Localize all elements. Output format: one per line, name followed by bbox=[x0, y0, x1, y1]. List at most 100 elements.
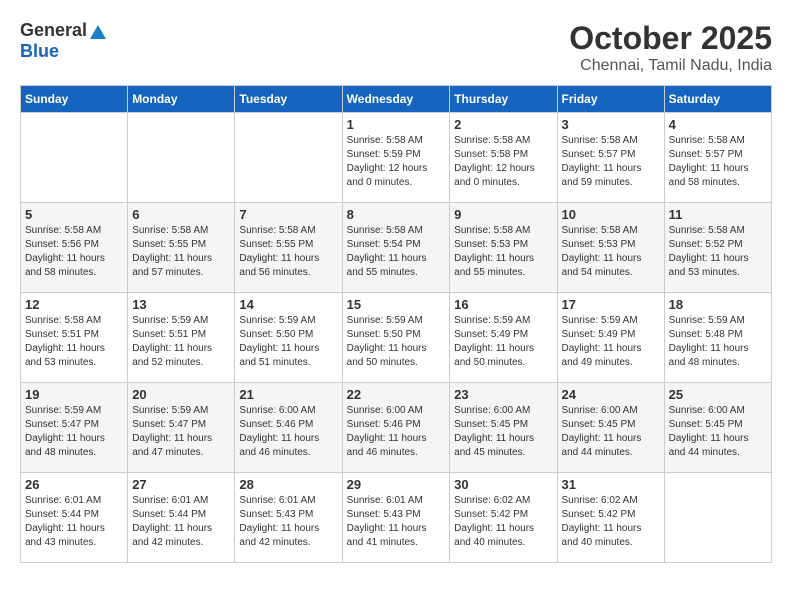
day-info: Sunrise: 5:59 AM Sunset: 5:50 PM Dayligh… bbox=[347, 314, 446, 370]
calendar-week-1: 1 Sunrise: 5:58 AM Sunset: 5:59 PM Daylig… bbox=[21, 113, 772, 203]
day-info: Sunrise: 5:58 AM Sunset: 5:57 PM Dayligh… bbox=[669, 134, 767, 190]
day-info: Sunrise: 5:58 AM Sunset: 5:57 PM Dayligh… bbox=[562, 134, 660, 190]
day-number: 28 bbox=[239, 477, 337, 492]
weekday-header-monday: Monday bbox=[128, 86, 235, 113]
title-area: October 2025 Chennai, Tamil Nadu, India bbox=[569, 20, 772, 75]
calendar-cell: 31Sunrise: 6:02 AM Sunset: 5:42 PM Dayli… bbox=[557, 473, 664, 563]
calendar-week-4: 19Sunrise: 5:59 AM Sunset: 5:47 PM Dayli… bbox=[21, 383, 772, 473]
day-info: Sunrise: 6:00 AM Sunset: 5:46 PM Dayligh… bbox=[347, 404, 446, 460]
day-info: Sunrise: 5:59 AM Sunset: 5:50 PM Dayligh… bbox=[239, 314, 337, 370]
day-info: Sunrise: 6:01 AM Sunset: 5:43 PM Dayligh… bbox=[347, 494, 446, 550]
day-number: 27 bbox=[132, 477, 230, 492]
day-number: 26 bbox=[25, 477, 123, 492]
day-number: 16 bbox=[454, 297, 552, 312]
day-number: 15 bbox=[347, 297, 446, 312]
day-info: Sunrise: 5:58 AM Sunset: 5:58 PM Dayligh… bbox=[454, 134, 552, 190]
day-info: Sunrise: 5:59 AM Sunset: 5:49 PM Dayligh… bbox=[454, 314, 552, 370]
day-info: Sunrise: 5:58 AM Sunset: 5:51 PM Dayligh… bbox=[25, 314, 123, 370]
weekday-header-friday: Friday bbox=[557, 86, 664, 113]
month-year-title: October 2025 bbox=[569, 20, 772, 57]
day-number: 25 bbox=[669, 387, 767, 402]
calendar-cell: 24 Sunrise: 6:00 AM Sunset: 5:45 PM Dayli… bbox=[557, 383, 664, 473]
calendar-cell: 9 Sunrise: 5:58 AM Sunset: 5:53 PM Daylig… bbox=[450, 203, 557, 293]
day-number: 13 bbox=[132, 297, 230, 312]
day-info: Sunrise: 5:58 AM Sunset: 5:56 PM Dayligh… bbox=[25, 224, 123, 280]
day-number: 17 bbox=[562, 297, 660, 312]
day-number: 23 bbox=[454, 387, 552, 402]
calendar-cell: 27 Sunrise: 6:01 AM Sunset: 5:44 PM Dayli… bbox=[128, 473, 235, 563]
day-info: Sunrise: 5:58 AM Sunset: 5:59 PM Dayligh… bbox=[347, 134, 446, 190]
calendar-cell: 11 Sunrise: 5:58 AM Sunset: 5:52 PM Dayli… bbox=[664, 203, 771, 293]
weekday-header-row: SundayMondayTuesdayWednesdayThursdayFrid… bbox=[21, 86, 772, 113]
day-number: 14 bbox=[239, 297, 337, 312]
day-number: 8 bbox=[347, 207, 446, 222]
day-number: 12 bbox=[25, 297, 123, 312]
day-number: 1 bbox=[347, 117, 446, 132]
calendar-cell: 14 Sunrise: 5:59 AM Sunset: 5:50 PM Dayli… bbox=[235, 293, 342, 383]
day-info: Sunrise: 5:59 AM Sunset: 5:49 PM Dayligh… bbox=[562, 314, 660, 370]
location-title: Chennai, Tamil Nadu, India bbox=[569, 57, 772, 75]
calendar-cell: 17 Sunrise: 5:59 AM Sunset: 5:49 PM Dayli… bbox=[557, 293, 664, 383]
calendar-cell: 18 Sunrise: 5:59 AM Sunset: 5:48 PM Dayli… bbox=[664, 293, 771, 383]
calendar-cell: 26 Sunrise: 6:01 AM Sunset: 5:44 PM Dayli… bbox=[21, 473, 128, 563]
day-number: 24 bbox=[562, 387, 660, 402]
day-info: Sunrise: 5:59 AM Sunset: 5:51 PM Dayligh… bbox=[132, 314, 230, 370]
logo-general: General bbox=[20, 20, 87, 41]
day-info: Sunrise: 5:59 AM Sunset: 5:47 PM Dayligh… bbox=[25, 404, 123, 460]
weekday-header-wednesday: Wednesday bbox=[342, 86, 450, 113]
day-number: 2 bbox=[454, 117, 552, 132]
day-info: Sunrise: 6:01 AM Sunset: 5:44 PM Dayligh… bbox=[132, 494, 230, 550]
day-number: 21 bbox=[239, 387, 337, 402]
calendar-cell: 16 Sunrise: 5:59 AM Sunset: 5:49 PM Dayli… bbox=[450, 293, 557, 383]
calendar-cell: 29 Sunrise: 6:01 AM Sunset: 5:43 PM Dayli… bbox=[342, 473, 450, 563]
day-info: Sunrise: 5:58 AM Sunset: 5:54 PM Dayligh… bbox=[347, 224, 446, 280]
day-number: 9 bbox=[454, 207, 552, 222]
calendar-cell: 20Sunrise: 5:59 AM Sunset: 5:47 PM Dayli… bbox=[128, 383, 235, 473]
day-info: Sunrise: 6:01 AM Sunset: 5:43 PM Dayligh… bbox=[239, 494, 337, 550]
calendar-cell bbox=[128, 113, 235, 203]
day-info: Sunrise: 6:01 AM Sunset: 5:44 PM Dayligh… bbox=[25, 494, 123, 550]
day-info: Sunrise: 5:58 AM Sunset: 5:53 PM Dayligh… bbox=[562, 224, 660, 280]
calendar-cell: 12 Sunrise: 5:58 AM Sunset: 5:51 PM Dayli… bbox=[21, 293, 128, 383]
day-info: Sunrise: 6:00 AM Sunset: 5:45 PM Dayligh… bbox=[669, 404, 767, 460]
calendar-cell bbox=[664, 473, 771, 563]
calendar-week-2: 5Sunrise: 5:58 AM Sunset: 5:56 PM Daylig… bbox=[21, 203, 772, 293]
calendar-cell: 22Sunrise: 6:00 AM Sunset: 5:46 PM Dayli… bbox=[342, 383, 450, 473]
calendar-cell: 19Sunrise: 5:59 AM Sunset: 5:47 PM Dayli… bbox=[21, 383, 128, 473]
day-info: Sunrise: 6:02 AM Sunset: 5:42 PM Dayligh… bbox=[562, 494, 660, 550]
day-info: Sunrise: 5:58 AM Sunset: 5:52 PM Dayligh… bbox=[669, 224, 767, 280]
day-info: Sunrise: 6:02 AM Sunset: 5:42 PM Dayligh… bbox=[454, 494, 552, 550]
weekday-header-saturday: Saturday bbox=[664, 86, 771, 113]
day-info: Sunrise: 5:58 AM Sunset: 5:55 PM Dayligh… bbox=[239, 224, 337, 280]
day-number: 29 bbox=[347, 477, 446, 492]
day-number: 11 bbox=[669, 207, 767, 222]
calendar-week-5: 26 Sunrise: 6:01 AM Sunset: 5:44 PM Dayli… bbox=[21, 473, 772, 563]
day-number: 6 bbox=[132, 207, 230, 222]
logo: General Blue bbox=[20, 20, 106, 62]
day-info: Sunrise: 6:00 AM Sunset: 5:46 PM Dayligh… bbox=[239, 404, 337, 460]
day-info: Sunrise: 6:00 AM Sunset: 5:45 PM Dayligh… bbox=[454, 404, 552, 460]
calendar-cell: 7 Sunrise: 5:58 AM Sunset: 5:55 PM Daylig… bbox=[235, 203, 342, 293]
day-info: Sunrise: 5:58 AM Sunset: 5:53 PM Dayligh… bbox=[454, 224, 552, 280]
day-number: 3 bbox=[562, 117, 660, 132]
day-number: 7 bbox=[239, 207, 337, 222]
day-number: 18 bbox=[669, 297, 767, 312]
day-info: Sunrise: 6:00 AM Sunset: 5:45 PM Dayligh… bbox=[562, 404, 660, 460]
weekday-header-sunday: Sunday bbox=[21, 86, 128, 113]
calendar-cell: 28 Sunrise: 6:01 AM Sunset: 5:43 PM Dayli… bbox=[235, 473, 342, 563]
calendar-cell: 10 Sunrise: 5:58 AM Sunset: 5:53 PM Dayli… bbox=[557, 203, 664, 293]
calendar-cell: 4Sunrise: 5:58 AM Sunset: 5:57 PM Daylig… bbox=[664, 113, 771, 203]
logo-blue: Blue bbox=[20, 41, 59, 61]
calendar-cell: 23 Sunrise: 6:00 AM Sunset: 5:45 PM Dayli… bbox=[450, 383, 557, 473]
calendar-cell: 25 Sunrise: 6:00 AM Sunset: 5:45 PM Dayli… bbox=[664, 383, 771, 473]
calendar-cell: 21 Sunrise: 6:00 AM Sunset: 5:46 PM Dayli… bbox=[235, 383, 342, 473]
calendar-cell bbox=[21, 113, 128, 203]
calendar-table: SundayMondayTuesdayWednesdayThursdayFrid… bbox=[20, 85, 772, 563]
calendar-week-3: 12 Sunrise: 5:58 AM Sunset: 5:51 PM Dayli… bbox=[21, 293, 772, 383]
calendar-cell: 15 Sunrise: 5:59 AM Sunset: 5:50 PM Dayli… bbox=[342, 293, 450, 383]
calendar-cell bbox=[235, 113, 342, 203]
day-number: 10 bbox=[562, 207, 660, 222]
calendar-cell: 1 Sunrise: 5:58 AM Sunset: 5:59 PM Daylig… bbox=[342, 113, 450, 203]
day-info: Sunrise: 5:59 AM Sunset: 5:48 PM Dayligh… bbox=[669, 314, 767, 370]
calendar-cell: 30Sunrise: 6:02 AM Sunset: 5:42 PM Dayli… bbox=[450, 473, 557, 563]
